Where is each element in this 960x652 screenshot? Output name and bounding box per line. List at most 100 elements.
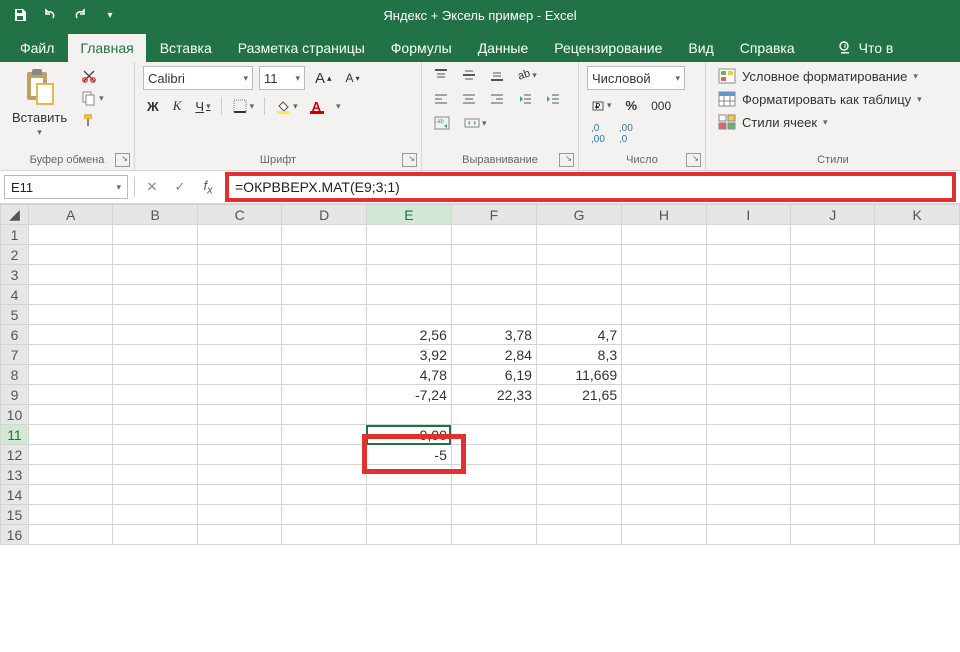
font-size-input[interactable]: 11▾ xyxy=(259,66,305,90)
tab-file[interactable]: Файл xyxy=(8,34,66,62)
cell-F15[interactable] xyxy=(451,505,536,525)
cell-D3[interactable] xyxy=(282,265,367,285)
cell-C10[interactable] xyxy=(197,405,282,425)
cell-G12[interactable] xyxy=(536,445,621,465)
cell-F4[interactable] xyxy=(451,285,536,305)
formula-input[interactable]: =ОКРВВЕРХ.МАТ(E9;3;1) xyxy=(225,172,956,202)
cell-I15[interactable] xyxy=(706,505,790,525)
cell-G9[interactable]: 21,65 xyxy=(536,385,621,405)
cell-C2[interactable] xyxy=(197,245,282,265)
row-header-4[interactable]: 4 xyxy=(1,285,29,305)
cell-E5[interactable] xyxy=(366,305,451,325)
col-header-F[interactable]: F xyxy=(451,205,536,225)
cell-J14[interactable] xyxy=(791,485,875,505)
row-header-10[interactable]: 10 xyxy=(1,405,29,425)
alignment-dialog-launcher[interactable]: ↘ xyxy=(559,153,574,167)
qat-customize[interactable]: ▾ xyxy=(96,3,124,27)
bold-button[interactable]: Ж xyxy=(143,97,163,116)
cell-E7[interactable]: 3,92 xyxy=(366,345,451,365)
cell-E6[interactable]: 2,56 xyxy=(366,325,451,345)
row-header-2[interactable]: 2 xyxy=(1,245,29,265)
cell-F8[interactable]: 6,19 xyxy=(451,365,536,385)
accounting-format-button[interactable]: ₽▾ xyxy=(587,97,616,115)
cell-J7[interactable] xyxy=(791,345,875,365)
cell-E1[interactable] xyxy=(366,225,451,245)
cell-K4[interactable] xyxy=(875,285,960,305)
borders-button[interactable]: ▾ xyxy=(228,96,259,116)
cell-I10[interactable] xyxy=(706,405,790,425)
row-header-11[interactable]: 11 xyxy=(1,425,29,445)
cell-G11[interactable] xyxy=(536,425,621,445)
cell-H16[interactable] xyxy=(622,525,707,545)
cell-K5[interactable] xyxy=(875,305,960,325)
cell-A11[interactable] xyxy=(28,425,112,445)
number-dialog-launcher[interactable]: ↘ xyxy=(686,153,701,167)
cell-D10[interactable] xyxy=(282,405,367,425)
cell-D1[interactable] xyxy=(282,225,367,245)
tab-help[interactable]: Справка xyxy=(728,34,807,62)
cell-I16[interactable] xyxy=(706,525,790,545)
col-header-J[interactable]: J xyxy=(791,205,875,225)
cell-K9[interactable] xyxy=(875,385,960,405)
cell-J5[interactable] xyxy=(791,305,875,325)
cell-F12[interactable] xyxy=(451,445,536,465)
cell-G10[interactable] xyxy=(536,405,621,425)
cell-C12[interactable] xyxy=(197,445,282,465)
cell-K16[interactable] xyxy=(875,525,960,545)
cell-A14[interactable] xyxy=(28,485,112,505)
cell-E15[interactable] xyxy=(366,505,451,525)
decrease-decimal-button[interactable]: ,00,0 xyxy=(615,121,637,147)
cell-I12[interactable] xyxy=(706,445,790,465)
cell-B7[interactable] xyxy=(113,345,197,365)
cell-G1[interactable] xyxy=(536,225,621,245)
cell-B8[interactable] xyxy=(113,365,197,385)
cell-F11[interactable] xyxy=(451,425,536,445)
cell-E8[interactable]: 4,78 xyxy=(366,365,451,385)
wrap-text-button[interactable]: ab xyxy=(430,114,454,132)
cell-F13[interactable] xyxy=(451,465,536,485)
cell-E2[interactable] xyxy=(366,245,451,265)
worksheet-area[interactable]: ◢ A B C D E F G H I J K 1234562,563,784,… xyxy=(0,204,960,545)
cell-B14[interactable] xyxy=(113,485,197,505)
cell-H6[interactable] xyxy=(622,325,707,345)
cell-B5[interactable] xyxy=(113,305,197,325)
cell-G3[interactable] xyxy=(536,265,621,285)
tab-data[interactable]: Данные xyxy=(466,34,541,62)
cell-A1[interactable] xyxy=(28,225,112,245)
cell-J15[interactable] xyxy=(791,505,875,525)
cell-K6[interactable] xyxy=(875,325,960,345)
cell-H7[interactable] xyxy=(622,345,707,365)
cell-G15[interactable] xyxy=(536,505,621,525)
align-top-button[interactable] xyxy=(430,66,452,84)
cell-F2[interactable] xyxy=(451,245,536,265)
cell-J13[interactable] xyxy=(791,465,875,485)
cell-C16[interactable] xyxy=(197,525,282,545)
cell-J4[interactable] xyxy=(791,285,875,305)
row-header-1[interactable]: 1 xyxy=(1,225,29,245)
cell-J8[interactable] xyxy=(791,365,875,385)
cell-G14[interactable] xyxy=(536,485,621,505)
cell-G2[interactable] xyxy=(536,245,621,265)
cell-F6[interactable]: 3,78 xyxy=(451,325,536,345)
cell-H10[interactable] xyxy=(622,405,707,425)
cell-B16[interactable] xyxy=(113,525,197,545)
format-as-table-button[interactable]: Форматировать как таблицу▾ xyxy=(714,89,952,109)
decrease-indent-button[interactable] xyxy=(514,90,536,108)
col-header-E[interactable]: E xyxy=(366,205,451,225)
decrease-font-button[interactable]: A▾ xyxy=(342,69,364,87)
cell-D9[interactable] xyxy=(282,385,367,405)
cell-B2[interactable] xyxy=(113,245,197,265)
cell-D15[interactable] xyxy=(282,505,367,525)
cell-H9[interactable] xyxy=(622,385,707,405)
formula-enter-button[interactable]: ✓ xyxy=(169,179,191,195)
row-header-6[interactable]: 6 xyxy=(1,325,29,345)
cell-G16[interactable] xyxy=(536,525,621,545)
row-header-5[interactable]: 5 xyxy=(1,305,29,325)
cell-H4[interactable] xyxy=(622,285,707,305)
number-format-select[interactable]: Числовой▾ xyxy=(587,66,685,90)
col-header-A[interactable]: A xyxy=(28,205,112,225)
cell-K2[interactable] xyxy=(875,245,960,265)
cell-D12[interactable] xyxy=(282,445,367,465)
cell-I3[interactable] xyxy=(706,265,790,285)
cell-K13[interactable] xyxy=(875,465,960,485)
